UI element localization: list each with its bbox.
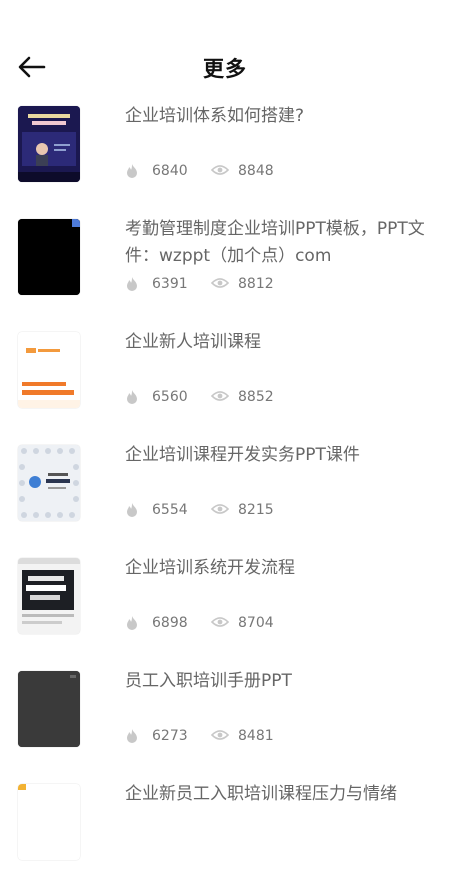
- item-title: 企业培训体系如何搭建?: [125, 106, 305, 126]
- eye-icon: [211, 278, 229, 288]
- eye-icon: [211, 617, 229, 627]
- item-title: 考勤管理制度企业培训PPT模板，PPT文件：wzppt（加个点）com: [125, 219, 425, 266]
- likes-count: 6898: [152, 615, 188, 631]
- flame-icon: [127, 503, 137, 517]
- list-item[interactable]: 企业培训体系如何搭建? 6840 8848: [0, 103, 450, 193]
- list-item[interactable]: 企业培训系统开发流程 6898 8704: [0, 555, 450, 645]
- flame-icon: [127, 277, 137, 291]
- views-count: 8812: [238, 276, 274, 292]
- list-item[interactable]: 企业培训课程开发实务PPT课件 6554 8215: [0, 442, 450, 532]
- views-count: 8848: [238, 163, 274, 179]
- flame-icon: [127, 729, 137, 743]
- item-title: 员工入职培训手册PPT: [125, 671, 292, 691]
- views-count: 8215: [238, 502, 274, 518]
- list-item[interactable]: 企业新员工入职培训课程压力与情绪: [0, 781, 450, 871]
- thumbnail: [18, 332, 80, 408]
- flame-icon: [127, 616, 137, 630]
- likes-count: 6840: [152, 163, 188, 179]
- likes-count: 6554: [152, 502, 188, 518]
- thumbnail: [18, 106, 80, 182]
- thumbnail: [18, 671, 80, 747]
- eye-icon: [211, 165, 229, 175]
- thumbnail: [18, 558, 80, 634]
- thumbnail: [18, 219, 80, 295]
- page-title: 更多: [203, 57, 247, 81]
- views-count: 8852: [238, 389, 274, 405]
- eye-icon: [211, 391, 229, 401]
- eye-icon: [211, 730, 229, 740]
- eye-icon: [211, 504, 229, 514]
- thumbnail: [18, 445, 80, 521]
- thumbnail: [18, 784, 80, 860]
- item-title: 企业培训系统开发流程: [125, 558, 295, 578]
- list-item[interactable]: 员工入职培训手册PPT 6273 8481: [0, 668, 450, 758]
- flame-icon: [127, 390, 137, 404]
- likes-count: 6391: [152, 276, 188, 292]
- list-item[interactable]: 考勤管理制度企业培训PPT模板，PPT文件：wzppt（加个点）com 6391…: [0, 216, 450, 306]
- list-item[interactable]: 企业新人培训课程 6560 8852: [0, 329, 450, 419]
- item-title: 企业新人培训课程: [125, 332, 261, 352]
- likes-count: 6273: [152, 728, 188, 744]
- item-title: 企业培训课程开发实务PPT课件: [125, 445, 360, 465]
- views-count: 8481: [238, 728, 274, 744]
- flame-icon: [127, 164, 137, 178]
- item-title: 企业新员工入职培训课程压力与情绪: [125, 784, 397, 804]
- likes-count: 6560: [152, 389, 188, 405]
- views-count: 8704: [238, 615, 274, 631]
